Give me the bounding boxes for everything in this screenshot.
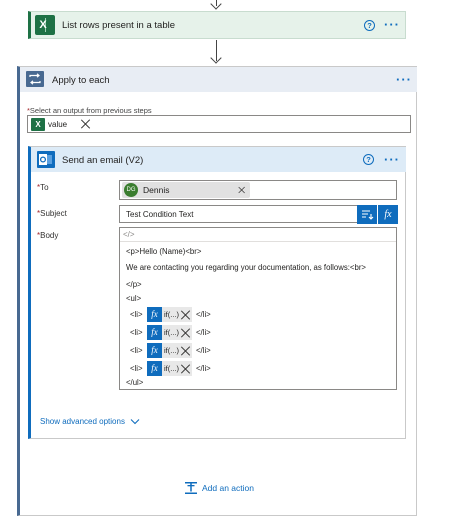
body-line: <p>Hello (Name)<br>: [126, 247, 202, 256]
apply-to-each-title: Apply to each: [52, 75, 110, 86]
to-field[interactable]: DG Dennis: [119, 180, 397, 200]
expression-button[interactable]: fx: [378, 205, 398, 224]
connector-arrow-top: [210, 0, 222, 10]
li-close: </li>: [196, 364, 211, 373]
body-line: </p>: [126, 280, 142, 289]
li-close: </li>: [196, 310, 211, 319]
subject-value: Test Condition Text: [126, 210, 194, 219]
close-icon[interactable]: [181, 310, 191, 320]
expression-icon: fx: [384, 209, 392, 220]
body-field[interactable]: </> <p>Hello (Name)<br> We are contactin…: [119, 227, 397, 390]
close-icon[interactable]: [181, 364, 191, 374]
avatar: DG: [124, 183, 138, 197]
body-line: We are contacting you regarding your doc…: [126, 263, 366, 272]
recipient-chip[interactable]: DG Dennis: [122, 182, 250, 198]
close-icon[interactable]: [81, 119, 91, 129]
more-icon[interactable]: ···: [396, 73, 412, 86]
more-icon[interactable]: ···: [384, 153, 400, 166]
body-line: <ul>: [126, 294, 142, 303]
dynamic-content-icon: [362, 210, 374, 220]
show-advanced-options-link[interactable]: Show advanced options: [40, 417, 140, 426]
loop-icon: [26, 71, 44, 87]
excel-icon: X: [31, 118, 45, 131]
li-open: <li>: [130, 346, 143, 355]
close-icon[interactable]: [181, 328, 191, 338]
subject-label: *Subject: [37, 209, 67, 218]
expression-icon: fx: [147, 307, 162, 322]
add-action-label: Add an action: [202, 483, 254, 493]
li-open: <li>: [130, 364, 143, 373]
send-email-title: Send an email (V2): [62, 155, 144, 166]
value-token-label: value: [48, 120, 68, 129]
help-icon[interactable]: ?: [363, 154, 374, 165]
select-output-field[interactable]: X value: [27, 115, 411, 133]
li-close: </li>: [196, 328, 211, 337]
expression-icon: fx: [147, 361, 162, 376]
dynamic-content-button[interactable]: [357, 205, 377, 224]
send-email-header[interactable]: Send an email (V2) ? ···: [31, 147, 406, 172]
li-open: <li>: [130, 310, 143, 319]
expression-icon: fx: [147, 343, 162, 358]
connector-arrow: [210, 52, 222, 64]
body-line: </ul>: [126, 378, 144, 387]
excel-icon: X: [35, 15, 55, 35]
close-icon[interactable]: [239, 187, 246, 194]
more-icon[interactable]: ···: [384, 18, 400, 31]
close-icon[interactable]: [181, 346, 191, 356]
code-view-toggle[interactable]: </>: [123, 230, 135, 239]
li-close: </li>: [196, 346, 211, 355]
li-open: <li>: [130, 328, 143, 337]
expression-icon: fx: [147, 325, 162, 340]
chevron-down-icon: [130, 419, 140, 425]
add-action-icon: [185, 482, 197, 494]
subject-field[interactable]: Test Condition Text: [119, 205, 359, 223]
select-output-label: *Select an output from previous steps: [27, 106, 152, 115]
list-rows-title: List rows present in a table: [62, 20, 176, 31]
send-email-card: Send an email (V2) ? ··· *To DG Dennis *…: [28, 146, 406, 439]
recipient-name: Dennis: [143, 185, 170, 195]
help-icon[interactable]: ?: [364, 20, 375, 31]
list-rows-card[interactable]: X List rows present in a table ? ···: [28, 11, 406, 39]
add-action-button[interactable]: Add an action: [184, 480, 264, 496]
to-label: *To: [37, 183, 49, 192]
body-label: *Body: [37, 231, 59, 240]
outlook-icon: [37, 151, 55, 168]
apply-to-each-header[interactable]: Apply to each ···: [20, 67, 417, 92]
